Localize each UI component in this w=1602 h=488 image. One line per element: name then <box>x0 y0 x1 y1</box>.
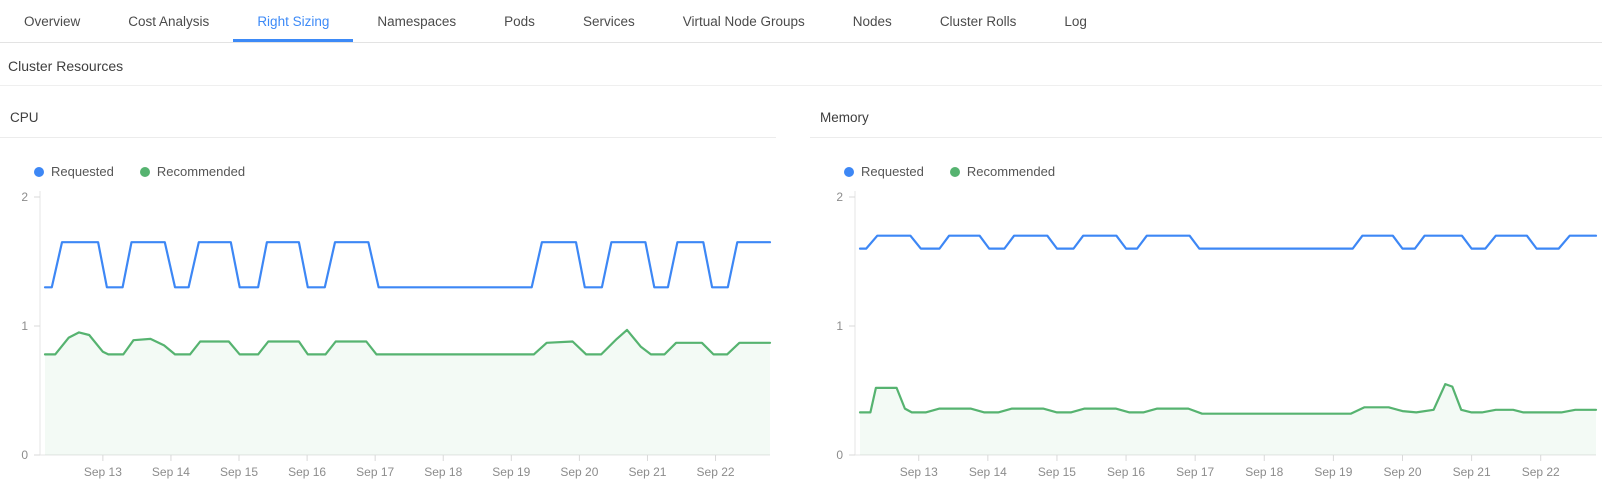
tab-bar: OverviewCost AnalysisRight SizingNamespa… <box>0 0 1602 43</box>
chart-card-memory: Memory Requested Recommended 0 1 2 Sep 13 Sep 1… <box>810 86 1602 483</box>
x-tick-label: Sep 14 <box>152 465 190 479</box>
x-tick-label: Sep 14 <box>969 465 1007 479</box>
tab-virtual-node-groups[interactable]: Virtual Node Groups <box>659 0 829 42</box>
x-tick-label: Sep 15 <box>1038 465 1076 479</box>
tab-right-sizing[interactable]: Right Sizing <box>233 0 353 42</box>
x-tick-label: Sep 20 <box>560 465 598 479</box>
x-tick-label: Sep 19 <box>492 465 530 479</box>
requested-series-line <box>45 242 770 287</box>
legend-label: Recommended <box>157 164 245 179</box>
x-tick-label: Sep 18 <box>424 465 462 479</box>
legend-item-requested[interactable]: Requested <box>34 164 114 179</box>
legend-label: Recommended <box>967 164 1055 179</box>
recommended-area-fill <box>860 384 1596 455</box>
tab-namespaces[interactable]: Namespaces <box>353 0 480 42</box>
legend-requested-dot-icon <box>34 167 44 177</box>
y-tick-label: 1 <box>21 319 28 333</box>
y-tick-label: 2 <box>21 190 28 204</box>
chart-title-cpu: CPU <box>0 110 776 138</box>
x-tick-label: Sep 15 <box>220 465 258 479</box>
x-tick-label: Sep 20 <box>1383 465 1421 479</box>
recommended-area-fill <box>45 330 770 455</box>
tab-nodes[interactable]: Nodes <box>829 0 916 42</box>
memory-line-chart: 0 1 2 Sep 13 Sep 14 Sep 15 Sep 16 Sep 17 Sep 18 S… <box>810 183 1602 483</box>
charts-row: CPU Requested Recommended 0 1 2 Sep 13 Sep 14 Se… <box>0 86 1602 483</box>
tab-cost-analysis[interactable]: Cost Analysis <box>104 0 233 42</box>
legend-recommended-dot-icon <box>140 167 150 177</box>
x-tick-label: Sep 17 <box>1176 465 1214 479</box>
x-tick-label: Sep 13 <box>900 465 938 479</box>
x-tick-label: Sep 16 <box>288 465 326 479</box>
legend-item-recommended[interactable]: Recommended <box>950 164 1055 179</box>
x-tick-label: Sep 16 <box>1107 465 1145 479</box>
x-tick-label: Sep 18 <box>1245 465 1283 479</box>
x-tick-label: Sep 22 <box>697 465 735 479</box>
x-tick-label: Sep 17 <box>356 465 394 479</box>
legend-cpu: Requested Recommended <box>34 164 776 179</box>
requested-series-line <box>860 236 1596 249</box>
x-tick-label: Sep 19 <box>1314 465 1352 479</box>
y-tick-label: 1 <box>836 319 843 333</box>
legend-label: Requested <box>51 164 114 179</box>
x-tick-label: Sep 22 <box>1522 465 1560 479</box>
tab-overview[interactable]: Overview <box>0 0 104 42</box>
legend-memory: Requested Recommended <box>844 164 1602 179</box>
section-title: Cluster Resources <box>8 58 123 74</box>
tab-services[interactable]: Services <box>559 0 659 42</box>
x-tick-label: Sep 21 <box>628 465 666 479</box>
chart-card-cpu: CPU Requested Recommended 0 1 2 Sep 13 Sep 14 Se… <box>0 86 776 483</box>
legend-recommended-dot-icon <box>950 167 960 177</box>
y-tick-label: 0 <box>836 448 843 462</box>
tab-cluster-rolls[interactable]: Cluster Rolls <box>916 0 1041 42</box>
x-tick-label: Sep 13 <box>84 465 122 479</box>
legend-item-requested[interactable]: Requested <box>844 164 924 179</box>
tab-log[interactable]: Log <box>1040 0 1111 42</box>
legend-requested-dot-icon <box>844 167 854 177</box>
legend-label: Requested <box>861 164 924 179</box>
y-tick-label: 0 <box>21 448 28 462</box>
section-header: Cluster Resources <box>0 43 1602 86</box>
chart-title-memory: Memory <box>810 110 1602 138</box>
tab-pods[interactable]: Pods <box>480 0 559 42</box>
cpu-line-chart: 0 1 2 Sep 13 Sep 14 Sep 15 Sep 16 Sep 17 Sep 18 S… <box>0 183 776 483</box>
y-tick-label: 2 <box>836 190 843 204</box>
x-tick-label: Sep 21 <box>1453 465 1491 479</box>
recommended-series-line <box>860 384 1596 414</box>
legend-item-recommended[interactable]: Recommended <box>140 164 245 179</box>
